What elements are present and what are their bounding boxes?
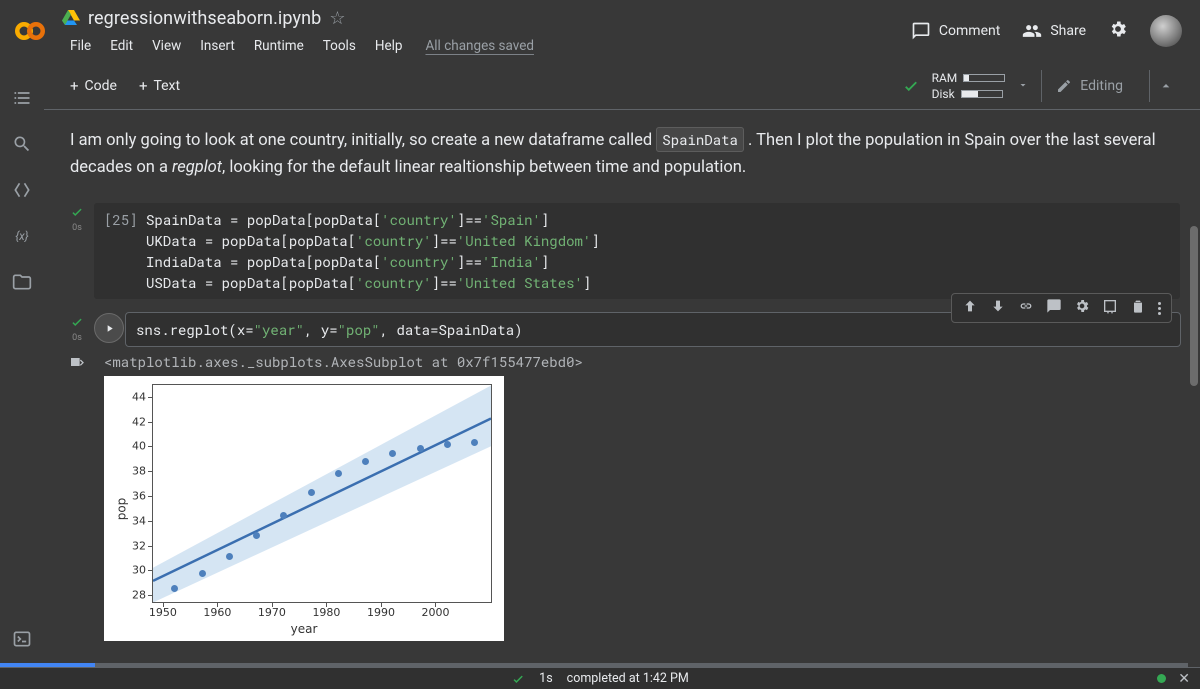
- menu-runtime[interactable]: Runtime: [246, 34, 312, 58]
- snippets-icon[interactable]: [12, 180, 32, 204]
- markdown-cell[interactable]: I am only going to look at one country, …: [60, 122, 1180, 203]
- status-seconds: 1s: [539, 671, 552, 686]
- notebook-title[interactable]: regressionwithseaborn.ipynb: [88, 8, 321, 29]
- output-toggle-icon[interactable]: [60, 352, 94, 372]
- settings-cell-icon[interactable]: [1074, 298, 1090, 318]
- menu-tools[interactable]: Tools: [315, 34, 364, 58]
- chart-plot-area: [152, 384, 492, 603]
- exec-time: 0s: [72, 333, 82, 343]
- colab-logo[interactable]: [12, 13, 48, 49]
- move-up-icon[interactable]: [962, 298, 978, 318]
- add-code-button[interactable]: +Code: [62, 72, 125, 100]
- cell-action-toolbar: [951, 293, 1172, 323]
- share-label: Share: [1050, 23, 1086, 39]
- link-icon[interactable]: [1018, 298, 1034, 318]
- resource-dropdown[interactable]: [1017, 76, 1029, 95]
- executed-check-icon: [70, 315, 84, 329]
- save-status[interactable]: All changes saved: [417, 34, 542, 58]
- menu-help[interactable]: Help: [367, 34, 411, 58]
- mirror-icon[interactable]: [1102, 298, 1118, 318]
- collapse-header[interactable]: [1149, 70, 1182, 102]
- share-button[interactable]: Share: [1022, 21, 1086, 41]
- terminal-icon[interactable]: [12, 629, 32, 653]
- inline-code: SpainData: [656, 127, 744, 152]
- exec-time: 0s: [72, 223, 82, 233]
- status-close-icon[interactable]: ✕: [1178, 671, 1190, 687]
- toolbar: +Code +Text RAM Disk Editing: [44, 62, 1200, 110]
- search-icon[interactable]: [12, 134, 32, 158]
- resource-indicator[interactable]: RAM Disk: [932, 71, 1006, 101]
- executed-check-icon: [70, 205, 84, 219]
- toc-icon[interactable]: [12, 88, 32, 112]
- chart-xlabel: year: [104, 622, 504, 636]
- settings-button[interactable]: [1108, 19, 1128, 43]
- more-icon[interactable]: [1158, 298, 1161, 318]
- delete-icon[interactable]: [1130, 298, 1146, 318]
- ram-bar: [963, 74, 1005, 82]
- menu-view[interactable]: View: [144, 34, 189, 58]
- run-button[interactable]: [94, 313, 124, 343]
- svg-text:{x}: {x}: [15, 229, 28, 243]
- chart-output: pop year 2830323436384042441950196019701…: [104, 376, 504, 641]
- notebook-content: I am only going to look at one country, …: [44, 110, 1200, 667]
- comment-button[interactable]: Comment: [911, 21, 1000, 41]
- main-menu: File Edit View Insert Runtime Tools Help…: [62, 34, 542, 58]
- files-icon[interactable]: [12, 272, 32, 296]
- star-icon[interactable]: ☆: [329, 8, 345, 29]
- status-message: completed at 1:42 PM: [567, 671, 689, 686]
- cell-output: <matplotlib.axes._subplots.AxesSubplot a…: [60, 352, 1180, 372]
- comment-label: Comment: [939, 23, 1000, 39]
- left-rail: {x}: [0, 62, 44, 667]
- move-down-icon[interactable]: [990, 298, 1006, 318]
- scrollbar-thumb[interactable]: [1190, 226, 1198, 386]
- connected-check-icon: [902, 77, 920, 95]
- comment-cell-icon[interactable]: [1046, 298, 1062, 318]
- mode-selector[interactable]: Editing: [1041, 70, 1137, 102]
- disk-bar: [961, 90, 1003, 98]
- drive-icon: [62, 10, 80, 26]
- status-dot: [1157, 674, 1166, 683]
- status-bar: 1s completed at 1:42 PM ✕: [0, 667, 1200, 689]
- variables-icon[interactable]: {x}: [12, 226, 32, 250]
- menu-edit[interactable]: Edit: [102, 34, 141, 58]
- status-check-icon: [511, 672, 525, 686]
- menu-insert[interactable]: Insert: [192, 34, 243, 58]
- header: regressionwithseaborn.ipynb ☆ File Edit …: [0, 0, 1200, 62]
- code-editor[interactable]: [25] SpainData = popData[popData['countr…: [94, 203, 1180, 299]
- menu-file[interactable]: File: [62, 34, 99, 58]
- output-text: <matplotlib.axes._subplots.AxesSubplot a…: [94, 352, 1180, 372]
- code-cell-1[interactable]: 0s [25] SpainData = popData[popData['cou…: [60, 203, 1180, 299]
- avatar[interactable]: [1150, 15, 1182, 47]
- add-text-button[interactable]: +Text: [131, 72, 188, 100]
